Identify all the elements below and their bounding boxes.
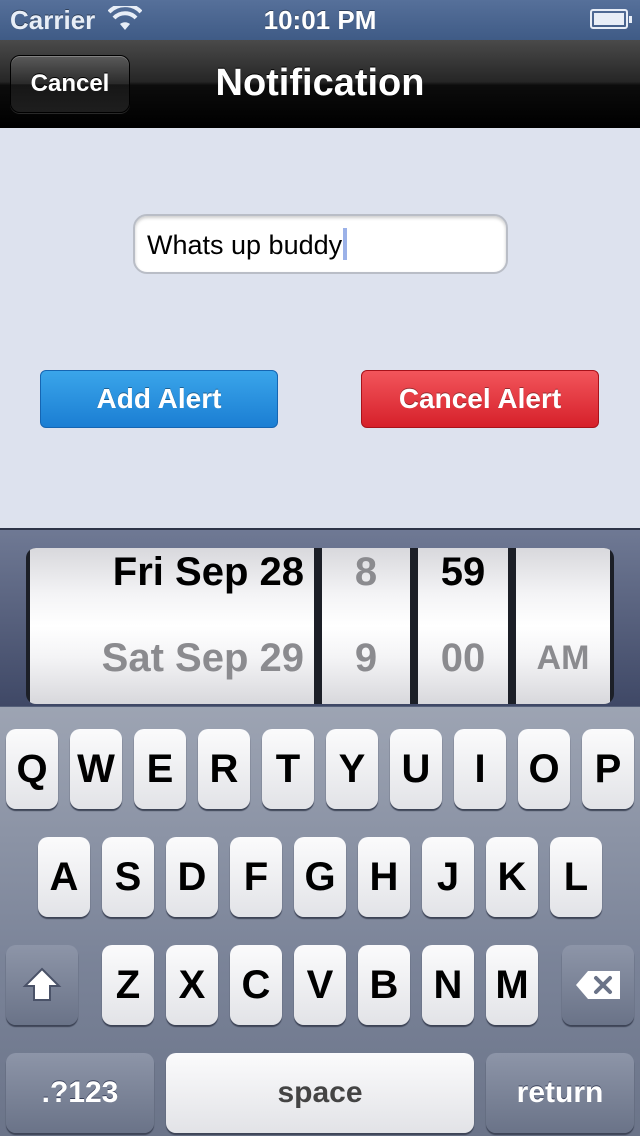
- key-y[interactable]: Y: [326, 729, 378, 809]
- picker-date-option: Sat Sep 29: [101, 636, 304, 680]
- picker-wheel-hour[interactable]: 8 9: [322, 548, 410, 704]
- key-u[interactable]: U: [390, 729, 442, 809]
- key-h[interactable]: H: [358, 837, 410, 917]
- picker-ampm-option: AM: [536, 639, 590, 677]
- keyboard: Q W E R T Y U I O P A S D F G H J K L Z …: [0, 706, 640, 1136]
- date-time-picker: Fri Sep 28 Sat Sep 29 8 9 59 00 AM: [0, 528, 640, 706]
- key-b[interactable]: B: [358, 945, 410, 1025]
- key-m[interactable]: M: [486, 945, 538, 1025]
- shift-key[interactable]: [6, 945, 78, 1025]
- picker-wheel-date[interactable]: Fri Sep 28 Sat Sep 29: [30, 548, 314, 704]
- key-g[interactable]: G: [294, 837, 346, 917]
- clock: 10:01 PM: [263, 5, 377, 35]
- key-c[interactable]: C: [230, 945, 282, 1025]
- message-input-value: Whats up buddy: [147, 230, 343, 260]
- space-key[interactable]: space: [166, 1053, 474, 1133]
- picker-date-option: Fri Sep 28: [112, 550, 304, 594]
- key-q[interactable]: Q: [6, 729, 58, 809]
- key-o[interactable]: O: [518, 729, 570, 809]
- picker-hour-option: 9: [354, 636, 378, 680]
- message-input[interactable]: Whats up buddy: [133, 214, 508, 274]
- add-alert-button[interactable]: Add Alert: [40, 370, 278, 428]
- shift-icon: [22, 967, 62, 1001]
- battery-icon: [590, 9, 632, 29]
- key-a[interactable]: A: [38, 837, 90, 917]
- key-v[interactable]: V: [294, 945, 346, 1025]
- picker-minute-option: 00: [440, 636, 486, 680]
- key-l[interactable]: L: [550, 837, 602, 917]
- key-n[interactable]: N: [422, 945, 474, 1025]
- key-i[interactable]: I: [454, 729, 506, 809]
- backspace-icon: [576, 971, 620, 999]
- key-e[interactable]: E: [134, 729, 186, 809]
- key-k[interactable]: K: [486, 837, 538, 917]
- numbers-key[interactable]: .?123: [6, 1053, 154, 1133]
- picker-minute-option: 59: [440, 550, 486, 594]
- picker-hour-option: 8: [354, 550, 378, 594]
- key-d[interactable]: D: [166, 837, 218, 917]
- text-cursor: [343, 228, 348, 260]
- backspace-key[interactable]: [562, 945, 634, 1025]
- key-p[interactable]: P: [582, 729, 634, 809]
- key-w[interactable]: W: [70, 729, 122, 809]
- page-title: Notification: [215, 62, 425, 104]
- cancel-alert-button[interactable]: Cancel Alert: [361, 370, 599, 428]
- picker-wheel-minute[interactable]: 59 00: [418, 548, 508, 704]
- picker-wheel-ampm[interactable]: AM: [516, 548, 610, 704]
- return-key[interactable]: return: [486, 1053, 634, 1133]
- key-r[interactable]: R: [198, 729, 250, 809]
- key-t[interactable]: T: [262, 729, 314, 809]
- key-z[interactable]: Z: [102, 945, 154, 1025]
- key-j[interactable]: J: [422, 837, 474, 917]
- key-x[interactable]: X: [166, 945, 218, 1025]
- status-bar: Carrier 10:01 PM: [0, 0, 640, 40]
- key-f[interactable]: F: [230, 837, 282, 917]
- navigation-bar: Cancel Notification: [0, 40, 640, 128]
- key-s[interactable]: S: [102, 837, 154, 917]
